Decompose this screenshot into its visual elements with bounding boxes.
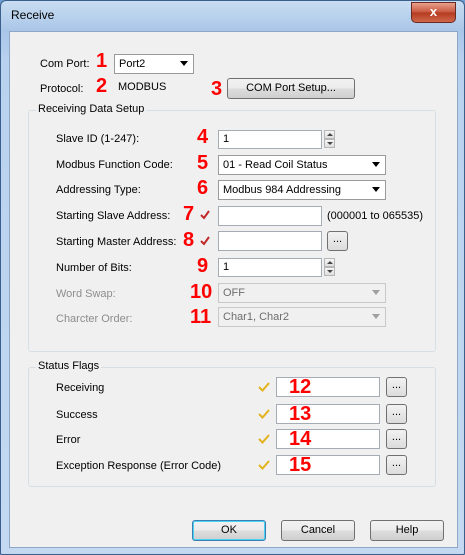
marker-1: 1 xyxy=(96,50,108,72)
addressing-type-select[interactable]: Modbus 984 Addressing xyxy=(218,180,386,200)
spin-down-icon[interactable] xyxy=(324,139,335,148)
spin-down-icon[interactable] xyxy=(324,267,335,276)
com-port-value: Port2 xyxy=(119,58,146,70)
marker-14: 14 xyxy=(289,428,312,450)
required-check-icon xyxy=(200,236,210,246)
function-code-value: 01 - Read Coil Status xyxy=(223,159,328,171)
title-bar: Receive x xyxy=(1,1,464,29)
receiving-data-setup-title: Receiving Data Setup xyxy=(36,103,147,115)
function-code-select[interactable]: 01 - Read Coil Status xyxy=(218,155,386,175)
close-button[interactable]: x xyxy=(411,2,456,23)
help-button[interactable]: Help xyxy=(370,520,444,541)
success-flag-browse-button[interactable]: ... xyxy=(386,404,407,424)
starting-slave-address-range: (000001 to 065535) xyxy=(327,210,424,222)
chevron-down-icon xyxy=(372,162,380,167)
character-order-label: Charcter Order: xyxy=(56,313,133,325)
success-flag-label: Success xyxy=(56,409,98,421)
ok-button[interactable]: OK xyxy=(192,520,266,541)
function-code-label: Modbus Function Code: xyxy=(56,159,173,171)
chevron-down-icon xyxy=(372,290,380,295)
com-port-select[interactable]: Port2 xyxy=(114,54,194,74)
starting-slave-address-label: Starting Slave Address: xyxy=(56,210,171,222)
marker-5: 5 xyxy=(197,152,209,174)
receiving-flag-browse-button[interactable]: ... xyxy=(386,377,407,397)
starting-master-browse-button[interactable]: ... xyxy=(327,231,348,251)
spin-up-icon[interactable] xyxy=(324,130,335,139)
slave-id-label: Slave ID (1-247): xyxy=(56,133,140,145)
addressing-type-value: Modbus 984 Addressing xyxy=(223,184,342,196)
character-order-select[interactable]: Char1, Char2 xyxy=(218,307,386,327)
number-of-bits-spinner[interactable] xyxy=(324,258,335,277)
marker-6: 6 xyxy=(197,177,209,199)
marker-8: 8 xyxy=(183,229,195,251)
dialog-body: Com Port: 1 Port2 Protocol: 2 MODBUS 3 C… xyxy=(9,31,458,548)
window-title: Receive xyxy=(11,8,55,22)
addressing-type-label: Addressing Type: xyxy=(56,184,141,196)
marker-7: 7 xyxy=(183,203,195,225)
marker-12: 12 xyxy=(289,376,312,398)
optional-check-icon xyxy=(258,409,270,419)
starting-master-address-label: Starting Master Address: xyxy=(56,236,177,248)
marker-11: 11 xyxy=(190,306,212,328)
optional-check-icon xyxy=(258,382,270,392)
required-check-icon xyxy=(200,210,210,220)
marker-15: 15 xyxy=(289,454,312,476)
slave-id-spinner[interactable] xyxy=(324,130,335,149)
marker-10: 10 xyxy=(190,281,213,303)
chevron-down-icon xyxy=(372,187,380,192)
receiving-flag-label: Receiving xyxy=(56,382,105,394)
word-swap-select[interactable]: OFF xyxy=(218,283,386,303)
exception-response-flag-label: Exception Response (Error Code) xyxy=(56,460,222,472)
spin-up-icon[interactable] xyxy=(324,258,335,267)
protocol-value: MODBUS xyxy=(118,81,167,93)
word-swap-label: Word Swap: xyxy=(56,288,116,300)
cancel-button[interactable]: Cancel xyxy=(281,520,355,541)
slave-id-input[interactable]: 1 xyxy=(218,130,322,149)
chevron-down-icon xyxy=(372,314,380,319)
starting-slave-address-input[interactable] xyxy=(218,206,322,226)
chevron-down-icon xyxy=(180,61,188,66)
status-flags-title: Status Flags xyxy=(36,360,102,372)
marker-4: 4 xyxy=(197,126,209,148)
com-port-setup-button[interactable]: COM Port Setup... xyxy=(227,78,355,99)
com-port-label: Com Port: xyxy=(40,58,90,70)
receive-dialog: Receive x Com Port: 1 Port2 Protocol: 2 … xyxy=(0,0,465,555)
marker-9: 9 xyxy=(197,255,209,277)
error-flag-label: Error xyxy=(56,434,81,446)
optional-check-icon xyxy=(258,460,270,470)
character-order-value: Char1, Char2 xyxy=(223,311,290,323)
starting-master-address-input[interactable] xyxy=(218,231,322,251)
error-flag-browse-button[interactable]: ... xyxy=(386,429,407,449)
protocol-label: Protocol: xyxy=(40,83,84,95)
marker-3: 3 xyxy=(211,78,223,100)
word-swap-value: OFF xyxy=(223,287,245,299)
number-of-bits-input[interactable]: 1 xyxy=(218,258,322,277)
marker-13: 13 xyxy=(289,403,312,425)
number-of-bits-label: Number of Bits: xyxy=(56,262,132,274)
marker-2: 2 xyxy=(96,75,108,97)
exception-response-browse-button[interactable]: ... xyxy=(386,455,407,475)
optional-check-icon xyxy=(258,434,270,444)
